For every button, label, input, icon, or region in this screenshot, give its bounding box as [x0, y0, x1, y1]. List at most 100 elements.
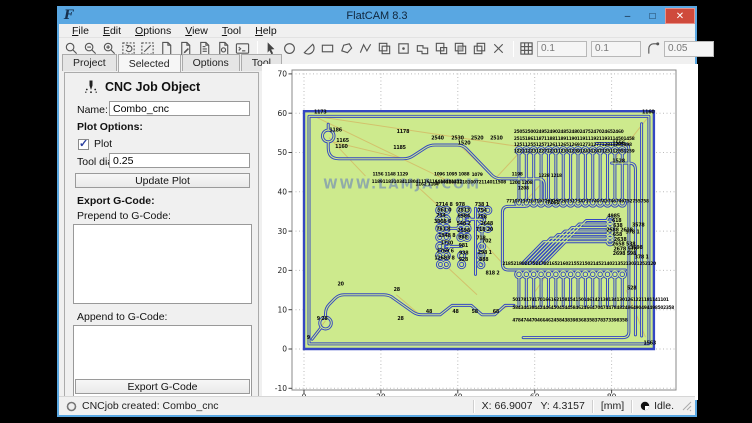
- draw-arc-button[interactable]: [300, 40, 319, 58]
- draw-circle-button[interactable]: [281, 40, 300, 58]
- svg-text:1563: 1563: [644, 340, 657, 346]
- toolbar-group-draw: [262, 40, 509, 58]
- panel-title: CNC Job Object: [105, 80, 200, 94]
- name-input[interactable]: [109, 101, 250, 116]
- tab-selected[interactable]: Selected: [118, 54, 181, 72]
- svg-text:2714 8: 2714 8: [435, 202, 453, 208]
- flatcam-window: F FlatCAM 8.3 – □ ✕ FileEditOptionsViewT…: [57, 6, 697, 417]
- minimize-button[interactable]: –: [615, 8, 640, 24]
- svg-text:528: 528: [627, 285, 637, 291]
- svg-text:1162 1164: 1162 1164: [416, 182, 439, 188]
- state-text: Idle.: [654, 400, 674, 412]
- export-gcode-heading: Export G-Code:: [77, 195, 155, 207]
- svg-text:548 2: 548 2: [457, 221, 471, 227]
- grid-y-input[interactable]: [591, 41, 641, 57]
- svg-text:754: 754: [477, 208, 487, 214]
- svg-text:122112231227123112351239124312: 1221122312271231123512391243124712511255…: [514, 149, 635, 155]
- plot-canvas[interactable]: WWW.LAMJA.COM250525002495249024852480247…: [262, 64, 698, 400]
- svg-text:988: 988: [458, 235, 468, 241]
- svg-text:1160: 1160: [642, 110, 655, 116]
- tool-dia-input[interactable]: [109, 153, 250, 168]
- svg-text:1173: 1173: [314, 110, 327, 116]
- plot-checkbox-label[interactable]: Plot: [94, 138, 112, 150]
- corner-snap-icon[interactable]: [645, 40, 664, 58]
- svg-text:68: 68: [493, 309, 500, 315]
- grid-x-input[interactable]: [537, 41, 587, 57]
- cncjob-panel: CNC Job Object Name: Plot Options: Plot …: [64, 72, 259, 398]
- svg-text:1520: 1520: [458, 141, 471, 147]
- svg-text:928: 928: [459, 257, 469, 263]
- toolbar-separator: [513, 41, 514, 57]
- menu-bar: FileEditOptionsViewToolHelp: [59, 24, 695, 38]
- cnc-drill-icon: [83, 79, 99, 95]
- union-button[interactable]: [414, 40, 433, 58]
- svg-text:60: 60: [277, 109, 287, 118]
- svg-text:218521802175217021652160215521: 2185218021752170216521602155215021452140…: [502, 261, 656, 267]
- svg-text:250525002495249024852480247524: 2505250024952490248524802475247024652460: [514, 129, 624, 135]
- svg-text:818 2: 818 2: [485, 270, 499, 276]
- draw-rectangle-button[interactable]: [319, 40, 338, 58]
- svg-text:9 28: 9 28: [317, 316, 329, 322]
- svg-text:1528: 1528: [612, 158, 625, 164]
- delete-shape-button[interactable]: [490, 40, 509, 58]
- update-plot-button[interactable]: Update Plot: [75, 173, 250, 188]
- menu-view[interactable]: View: [178, 25, 215, 37]
- corner-snap-input[interactable]: [664, 41, 714, 57]
- svg-text:2769 6: 2769 6: [437, 248, 455, 254]
- svg-text:20: 20: [277, 266, 287, 275]
- menu-edit[interactable]: Edit: [96, 25, 128, 37]
- subtract-button[interactable]: [433, 40, 452, 58]
- svg-text:48: 48: [452, 309, 459, 315]
- svg-text:761 8: 761 8: [436, 226, 451, 232]
- svg-text:1720: 1720: [440, 240, 453, 246]
- svg-text:378 1: 378 1: [635, 255, 649, 261]
- prepend-gcode-textarea[interactable]: [73, 224, 252, 304]
- svg-text:2530: 2530: [451, 136, 464, 142]
- append-label: Append to G-Code:: [77, 311, 167, 323]
- svg-text:12683 8: 12683 8: [434, 255, 455, 261]
- svg-text:2698 598: 2698 598: [613, 251, 637, 257]
- menu-file[interactable]: File: [65, 25, 96, 37]
- svg-text:584344384424464504544584624664: 5843443844244645045445846246647047447848…: [512, 305, 674, 311]
- maximize-button[interactable]: □: [640, 8, 665, 24]
- svg-text:1160: 1160: [335, 144, 348, 150]
- svg-text:1208: 1208: [518, 185, 529, 191]
- grid-snap-icon[interactable]: [518, 40, 537, 58]
- export-gcode-button[interactable]: Export G-Code: [75, 379, 250, 394]
- svg-text:578 1: 578 1: [625, 229, 639, 235]
- svg-text:2648: 2648: [480, 221, 493, 227]
- menu-tool[interactable]: Tool: [215, 25, 248, 37]
- plot-options-heading: Plot Options:: [77, 121, 143, 133]
- draw-polygon-button[interactable]: [338, 40, 357, 58]
- svg-text:50: 50: [277, 148, 287, 157]
- draw-path-button[interactable]: [357, 40, 376, 58]
- svg-text:298 1: 298 1: [478, 250, 492, 256]
- resize-grip[interactable]: [681, 400, 693, 412]
- title-bar[interactable]: F FlatCAM 8.3 – □ ✕: [59, 8, 695, 24]
- close-button[interactable]: ✕: [665, 8, 695, 24]
- intersect-button[interactable]: [452, 40, 471, 58]
- svg-text:1556: 1556: [612, 141, 625, 147]
- plot-checkbox[interactable]: [78, 139, 89, 150]
- svg-text:3598: 3598: [630, 245, 643, 251]
- svg-text:1185: 1185: [393, 145, 406, 151]
- svg-text:3008 6: 3008 6: [434, 219, 452, 225]
- menu-options[interactable]: Options: [128, 25, 178, 37]
- svg-text:938: 938: [459, 250, 469, 256]
- svg-text:30: 30: [277, 227, 287, 236]
- coord-y: Y: 4.3157: [540, 400, 584, 412]
- copy-objects-button[interactable]: [376, 40, 395, 58]
- svg-text:6984: 6984: [457, 214, 470, 220]
- svg-text:-10: -10: [275, 384, 287, 393]
- paste-special-button[interactable]: [395, 40, 414, 58]
- svg-text:478474470466462458438398368358: 4784744704664624584383983683583783733983…: [512, 317, 627, 323]
- offset-button[interactable]: [471, 40, 490, 58]
- svg-text:2540: 2540: [431, 136, 444, 142]
- svg-text:7261: 7261: [547, 200, 560, 206]
- tab-project[interactable]: Project: [62, 54, 117, 71]
- tab-options[interactable]: Options: [182, 54, 240, 71]
- svg-text:2510: 2510: [490, 136, 503, 142]
- svg-text:561 0: 561 0: [437, 207, 452, 213]
- menu-help[interactable]: Help: [248, 25, 284, 37]
- svg-text:771071371671972272572873173473: 7710713716719722725728731734737740743746…: [506, 198, 649, 204]
